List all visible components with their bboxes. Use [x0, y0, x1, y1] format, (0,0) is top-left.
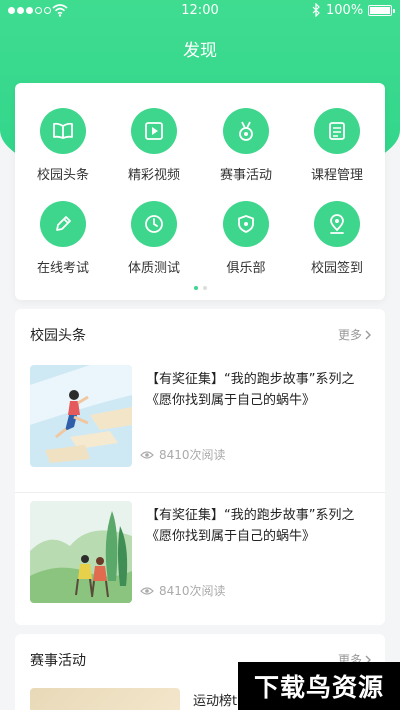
shield-icon [223, 201, 269, 247]
clock-icon [131, 201, 177, 247]
grid-label: 校园头条 [36, 168, 89, 183]
chevron-right-icon [365, 330, 371, 339]
news-item[interactable]: 【有奖征集】“我的跑步故事”系列之《愿你找到属于自己的蜗牛》 8410次阅读 [15, 357, 385, 493]
feature-grid: 校园头条 精彩视频 赛事活动 课程管理 在线考试 体质测试 俱乐部 校园签到 [15, 83, 385, 300]
news-read-count: 8410次阅读 [159, 448, 226, 462]
grid-label: 体质测试 [127, 261, 180, 276]
grid-item-club[interactable]: 俱乐部 [200, 201, 292, 276]
activity-thumbnail [30, 688, 180, 710]
page-title: 发现 [183, 41, 217, 61]
news-thumbnail [30, 501, 132, 603]
grid-label: 精彩视频 [127, 168, 180, 183]
grid-item-videos[interactable]: 精彩视频 [108, 108, 200, 183]
section-title: 赛事活动 [30, 653, 86, 669]
news-section: 校园头条 更多 【有奖征集】“我的跑步故事”系列之《愿你找到属于自己的蜗牛》 8… [15, 309, 385, 625]
more-link[interactable]: 更多 [338, 326, 371, 343]
grid-item-campus-checkin[interactable]: 校园签到 [291, 201, 383, 276]
news-section-header: 校园头条 更多 [15, 309, 385, 357]
status-bar: 12:00 100% [0, 0, 400, 22]
grid-label: 在线考试 [36, 261, 89, 276]
grid-item-courses[interactable]: 课程管理 [291, 108, 383, 183]
grid-label: 校园签到 [310, 261, 363, 276]
eye-icon [140, 450, 154, 459]
eye-icon [140, 586, 154, 595]
grid-label: 课程管理 [310, 168, 363, 183]
news-meta: 8410次阅读 [140, 446, 226, 463]
grid-item-events[interactable]: 赛事活动 [200, 108, 292, 183]
pen-icon [40, 201, 86, 247]
medal-icon [223, 108, 269, 154]
location-icon [314, 201, 360, 247]
watermark-logo: 下载鸟资源 [238, 662, 400, 710]
grid-label: 赛事活动 [219, 168, 272, 183]
battery-icon [368, 5, 395, 16]
news-thumbnail [30, 365, 132, 467]
document-icon [314, 108, 360, 154]
page-indicator [15, 286, 385, 290]
section-title: 校园头条 [30, 328, 86, 344]
news-title: 【有奖征集】“我的跑步故事”系列之《愿你找到属于自己的蜗牛》 [146, 508, 355, 544]
video-icon [131, 108, 177, 154]
book-icon [40, 108, 86, 154]
page-dot-active [193, 286, 198, 290]
more-label: 更多 [337, 328, 362, 342]
news-title: 【有奖征集】“我的跑步故事”系列之《愿你找到属于自己的蜗牛》 [146, 372, 355, 408]
grid-label: 俱乐部 [226, 261, 266, 276]
news-item[interactable]: 【有奖征集】“我的跑步故事”系列之《愿你找到属于自己的蜗牛》 8410次阅读 [15, 493, 385, 629]
news-read-count: 8410次阅读 [159, 584, 226, 598]
battery-percent: 100% [326, 3, 364, 18]
bluetooth-icon [312, 3, 320, 17]
grid-item-campus-news[interactable]: 校园头条 [17, 108, 109, 183]
news-meta: 8410次阅读 [140, 582, 226, 599]
grid-item-fitness-test[interactable]: 体质测试 [108, 201, 200, 276]
activity-title: 运动榜t [193, 694, 238, 709]
grid-item-online-exam[interactable]: 在线考试 [17, 201, 109, 276]
page-dot [202, 286, 207, 290]
